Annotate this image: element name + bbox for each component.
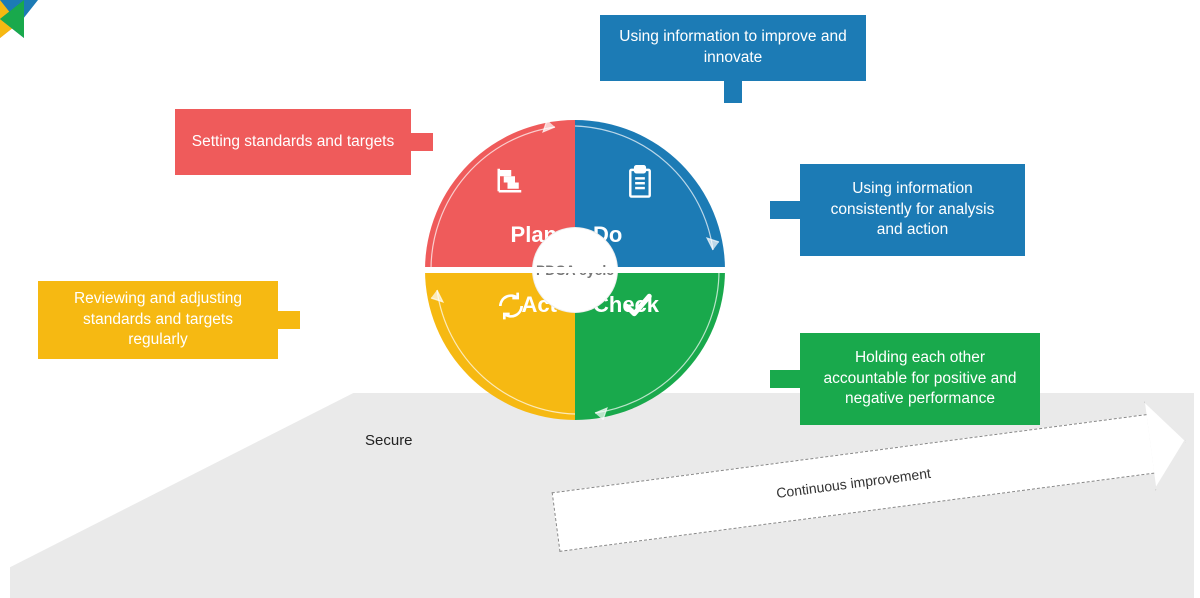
arrow-check [0,0,24,38]
callout-do-top: Using information to improve and innovat… [600,15,866,81]
secure-label: Secure [365,432,413,449]
callout-act: Reviewing and adjusting standards and ta… [38,281,278,359]
gantt-icon [495,165,525,195]
cycle-hub: PDCA cycle [533,228,617,312]
hub-label: PDCA cycle [536,262,614,279]
callout-plan: Setting standards and targets [175,109,411,175]
callout-do-right-text: Using information consistently for analy… [816,179,1009,242]
clipboard-icon [625,165,655,199]
callout-check-text: Holding each other accountable for posit… [816,348,1024,411]
pdca-diagram: Secure Continuous improvement Plan Do Ch… [0,0,1200,598]
pdca-cycle: Plan Do Check Act [425,120,725,420]
callout-do-right: Using information consistently for analy… [800,164,1025,256]
callout-do-top-text: Using information to improve and innovat… [616,27,850,69]
callout-check: Holding each other accountable for posit… [800,333,1040,425]
callout-plan-text: Setting standards and targets [192,132,395,153]
callout-act-text: Reviewing and adjusting standards and ta… [54,289,262,352]
